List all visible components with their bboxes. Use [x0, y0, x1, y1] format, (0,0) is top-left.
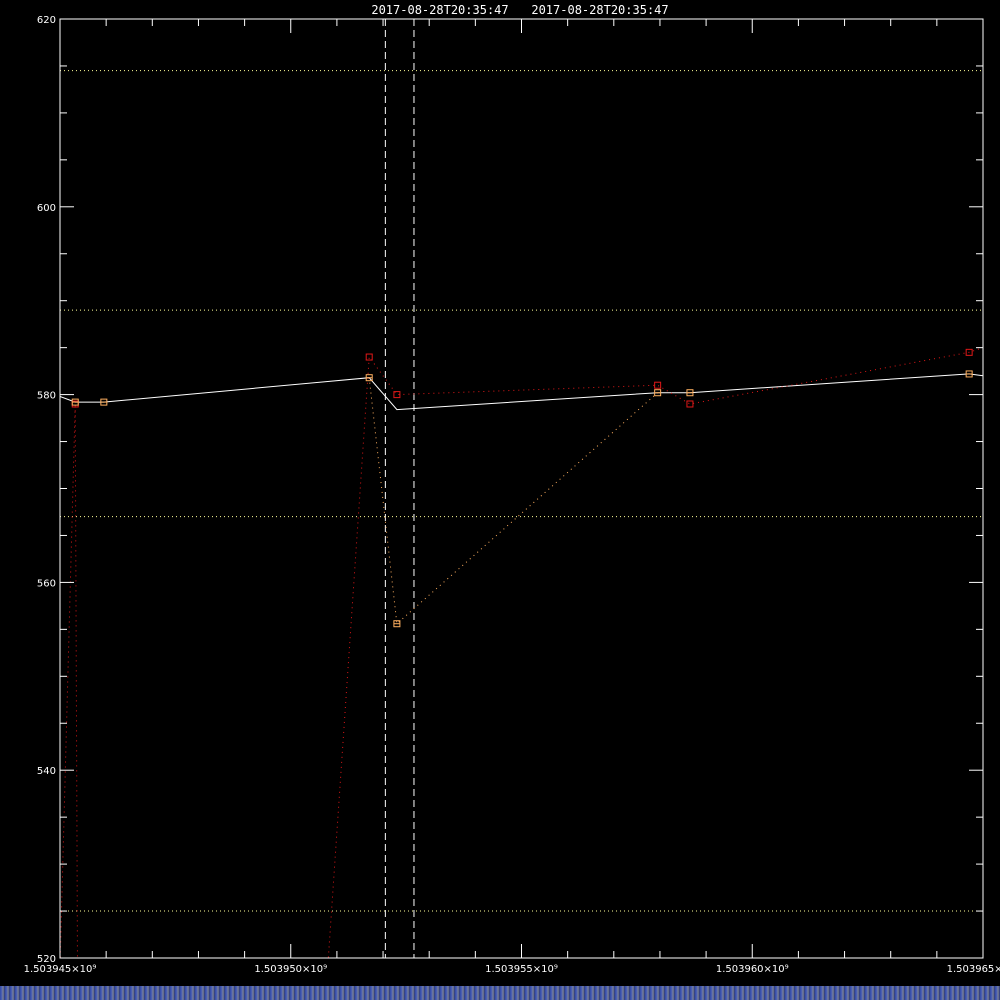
x-tick-label-4: 1.503965×10⁹	[947, 964, 1000, 975]
vertical-markers	[384, 19, 415, 958]
y-tick-label-2: 560	[37, 578, 56, 589]
chart-title-right: 2017-08-28T20:35:47	[531, 3, 668, 17]
y-tick-label-5: 620	[37, 15, 56, 26]
series-layer	[60, 347, 983, 958]
y-tick-label-4: 600	[37, 203, 56, 214]
bottom-noise-strip	[0, 986, 1000, 1000]
chart-title-left: 2017-08-28T20:35:47	[371, 3, 508, 17]
axes	[59, 18, 984, 959]
series-line-3	[368, 377, 658, 625]
x-tick-label-0: 1.503945×10⁹	[24, 964, 97, 975]
chart-plot: 2017-08-28T20:35:47 2017-08-28T20:35:47 …	[24, 3, 1000, 975]
red-marker-3	[654, 381, 662, 389]
x-tick-label-1: 1.503950×10⁹	[254, 964, 327, 975]
series-line-2	[327, 347, 983, 958]
red-marker-1	[365, 353, 373, 361]
x-tick-label-3: 1.503960×10⁹	[716, 964, 789, 975]
marker-layer	[71, 348, 973, 628]
x-tick-label-2: 1.503955×10⁹	[485, 964, 558, 975]
reference-lines	[60, 70, 983, 912]
plot-frame	[59, 18, 984, 959]
y-tick-label-1: 540	[37, 766, 56, 777]
tick-marks	[59, 18, 984, 959]
series-line-0	[60, 373, 983, 411]
red-marker-4	[686, 400, 694, 408]
y-tick-label-3: 580	[37, 391, 56, 402]
